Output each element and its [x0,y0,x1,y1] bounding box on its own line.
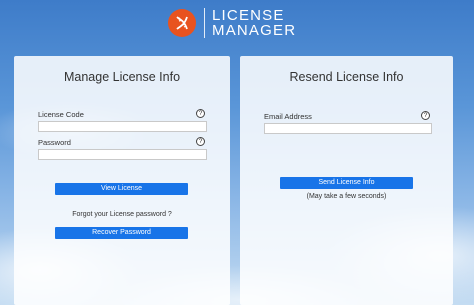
brand-divider [204,8,205,38]
dna-helix-icon [168,9,196,37]
forgot-password-text: Forgot your License password ? [72,211,172,218]
view-license-button[interactable]: View License [55,183,188,195]
email-address-input[interactable] [264,123,432,134]
license-code-help-icon[interactable]: ? [196,109,205,118]
email-address-label: Email Address [264,112,312,121]
license-code-input[interactable] [38,121,207,132]
send-license-info-button[interactable]: Send License Info [280,177,413,189]
password-label: Password [38,138,71,147]
resend-license-panel: Resend License Info Email Address ? Send… [240,56,453,305]
license-code-label: License Code [38,110,84,119]
brand-line-2: MANAGER [212,22,297,39]
brand-line-1: LICENSE [212,7,285,24]
manage-license-panel: Manage License Info License Code ? Passw… [14,56,230,305]
brand-name: LICENSE MANAGER [212,8,296,38]
resend-license-title: Resend License Info [289,70,404,84]
recover-password-button[interactable]: Recover Password [55,227,188,239]
password-input[interactable] [38,149,207,160]
brand-header: LICENSE MANAGER [168,6,296,40]
send-delay-note: (May take a few seconds) [306,193,387,200]
manage-license-title: Manage License Info [63,70,181,84]
password-help-icon[interactable]: ? [196,137,205,146]
email-help-icon[interactable]: ? [421,111,430,120]
